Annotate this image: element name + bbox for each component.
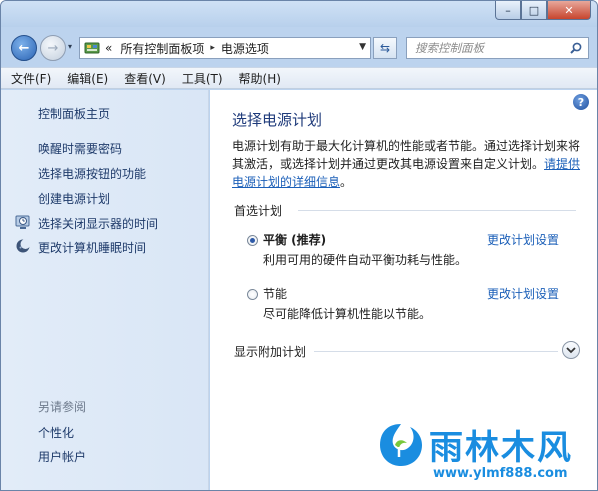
address-overflow[interactable]: « (105, 41, 112, 55)
address-bar[interactable]: « 所有控制面板项 ▸ 电源选项 ▼ (79, 37, 371, 59)
group-divider (298, 210, 576, 211)
intro-paragraph: 电源计划有助于最大化计算机的性能或者节能。通过选择计划来将其激活，或选择计划并通… (232, 137, 582, 191)
breadcrumb-power-options[interactable]: 电源选项 (221, 40, 269, 57)
sidebar-item-personalization[interactable]: 个性化 (38, 424, 74, 441)
breadcrumb-all-items[interactable]: 所有控制面板项 (120, 40, 204, 57)
sidebar: 控制面板主页 唤醒时需要密码 选择电源按钮的功能 创建电源计划 选择关闭显示器的… (1, 90, 209, 490)
title-bar[interactable]: – □ ✕ (1, 1, 597, 27)
close-button[interactable]: ✕ (547, 1, 591, 20)
plan-balanced-name[interactable]: 平衡 (推荐) (263, 231, 326, 248)
plan-balanced-settings-link[interactable]: 更改计划设置 (487, 231, 559, 248)
menu-tools[interactable]: 工具(T) (182, 70, 223, 87)
chevron-down-icon (566, 347, 576, 354)
menu-help[interactable]: 帮助(H) (239, 70, 281, 87)
maximize-button[interactable]: □ (521, 1, 547, 20)
menu-bar: 文件(F) 编辑(E) 查看(V) 工具(T) 帮助(H) (1, 67, 597, 89)
plan-power-saver-settings-link[interactable]: 更改计划设置 (487, 285, 559, 302)
back-button[interactable]: ← (11, 35, 37, 61)
sidebar-item-power-buttons[interactable]: 选择电源按钮的功能 (38, 165, 146, 182)
watermark: 雨林木风 www.ylmf888.com (377, 418, 595, 490)
control-panel-window: – □ ✕ ← → ▾ « 所有控制面板项 ▸ 电源选项 ▼ ⇆ 搜索控制面板 … (0, 0, 598, 491)
navigation-bar: ← → ▾ « 所有控制面板项 ▸ 电源选项 ▼ ⇆ (1, 29, 597, 65)
additional-plans-heading[interactable]: 显示附加计划 (234, 343, 306, 360)
plan-power-saver-radio[interactable] (247, 289, 258, 300)
minimize-button[interactable]: – (495, 1, 521, 20)
sidebar-item-wake-password[interactable]: 唤醒时需要密码 (38, 140, 122, 157)
window-controls: – □ ✕ (495, 1, 591, 20)
menu-edit[interactable]: 编辑(E) (67, 70, 108, 87)
sidebar-item-control-panel-home[interactable]: 控制面板主页 (38, 105, 110, 122)
plan-balanced-description: 利用可用的硬件自动平衡功耗与性能。 (263, 253, 468, 267)
sidebar-item-user-accounts[interactable]: 用户帐户 (38, 448, 86, 465)
watermark-url: www.ylmf888.com (433, 466, 568, 481)
monitor-clock-icon (15, 215, 30, 229)
control-panel-icon (82, 39, 102, 57)
ylmf-logo-icon (380, 424, 422, 466)
menu-file[interactable]: 文件(F) (11, 70, 51, 87)
help-icon[interactable]: ? (573, 94, 589, 110)
sidebar-item-create-plan[interactable]: 创建电源计划 (38, 190, 110, 207)
moon-icon (16, 239, 31, 253)
menu-view[interactable]: 查看(V) (124, 70, 166, 87)
preferred-plans-heading: 首选计划 (234, 204, 283, 218)
address-dropdown-icon[interactable]: ▼ (359, 42, 366, 52)
plan-power-saver-name[interactable]: 节能 (263, 285, 287, 302)
additional-plans-divider (314, 351, 558, 352)
plan-balanced-radio[interactable] (247, 235, 258, 246)
search-box[interactable] (406, 37, 589, 59)
watermark-text: 雨林木风 (429, 428, 573, 468)
refresh-button[interactable]: ⇆ (373, 37, 397, 59)
page-title: 选择电源计划 (232, 111, 323, 129)
see-also-heading: 另请参阅 (38, 400, 87, 414)
recent-pages-button[interactable]: ▾ (68, 42, 72, 51)
sidebar-item-sleep-time[interactable]: 更改计算机睡眠时间 (38, 239, 146, 256)
search-input[interactable] (407, 38, 565, 58)
plan-power-saver-description: 尽可能降低计算机性能以节能。 (263, 307, 432, 321)
search-icon[interactable] (570, 42, 582, 54)
breadcrumb-separator-icon[interactable]: ▸ (210, 43, 215, 53)
intro-text: 电源计划有助于最大化计算机的性能或者节能。通过选择计划来将其激活，或选择计划并通… (232, 139, 581, 171)
forward-button[interactable]: → (40, 35, 66, 61)
sidebar-item-display-off-time[interactable]: 选择关闭显示器的时间 (38, 215, 158, 232)
intro-end: 。 (340, 175, 353, 189)
expand-additional-plans-button[interactable] (562, 341, 580, 359)
